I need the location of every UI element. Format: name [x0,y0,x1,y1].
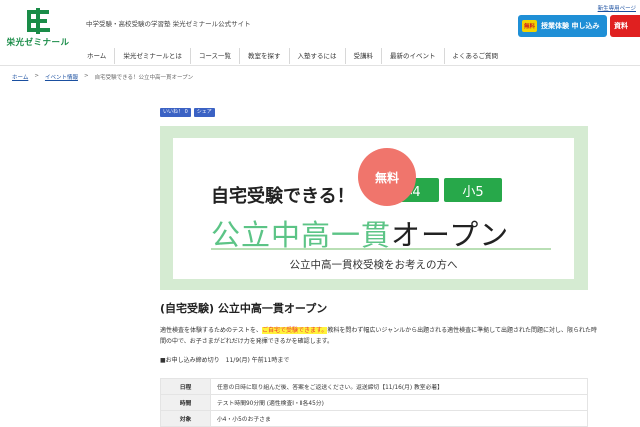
table-row: 対象 小4・小5のお子さま [161,411,588,427]
description-highlight: ご自宅で受験できます。 [262,327,327,334]
nav-home[interactable]: ホーム [79,48,114,64]
facebook-share-button[interactable]: シェア [194,108,215,117]
table-row: 日程 任意の日時に取り組んだ後、答案をご返送ください。返送締切【11/16(月)… [161,379,588,395]
event-description: 適性検査を体験するためのテストを、ご自宅で受験できます。教科を問わず幅広いジャン… [160,325,600,347]
row-value-time: テスト時間90分間 (適性検査Ⅰ・Ⅱ各45分) [211,395,588,411]
site-tagline: 中学受験・高校受験の学習塾 栄光ゼミナール公式サイト [86,18,251,28]
breadcrumb-events[interactable]: イベント情報 [45,73,78,81]
site-header: 栄光ゼミナール 中学受験・高校受験の学習塾 栄光ゼミナール公式サイト 新生専用ペ… [0,0,640,66]
table-row: 時間 テスト時間90分間 (適性検査Ⅰ・Ⅱ各45分) [161,395,588,411]
nav-events[interactable]: 最新のイベント [381,48,444,64]
nav-faq[interactable]: よくあるご質問 [444,48,507,64]
facebook-like-button[interactable]: いいね！ 0 [160,108,191,117]
grade-5-badge: 小5 [444,178,502,202]
banner-title-rest: オープン [391,218,509,252]
nav-find-school[interactable]: 教室を探す [239,48,289,64]
banner-headline: 自宅受験できる！ [211,182,355,208]
breadcrumb: ホーム > イベント情報 > 自宅受験できる！公立中高一貫オープン [12,73,193,81]
member-page-link[interactable]: 新生専用ページ [598,4,636,12]
trial-lesson-button[interactable]: 無料 授業体験 申し込み [518,15,607,37]
nav-about[interactable]: 栄光ゼミナールとは [114,48,190,64]
free-badge: 無料 [358,148,416,206]
banner-subtitle: 公立中高一貫校受検をお考えの方へ [173,257,574,272]
event-info-table: 日程 任意の日時に取り組んだ後、答案をご返送ください。返送締切【11/16(月)… [160,378,588,427]
social-buttons: いいね！ 0 シェア [160,108,215,117]
free-badge-small: 無料 [522,20,537,32]
row-value-schedule: 任意の日時に取り組んだ後、答案をご返送ください。返送締切【11/16(月) 教室… [211,379,588,395]
row-header-time: 時間 [161,395,211,411]
request-docs-label: 資料 [614,21,628,31]
trial-lesson-label: 授業体験 申し込み [541,21,599,31]
application-deadline: ■お申し込み締め切り 11/9(月) 午前11時まで [160,355,289,364]
row-header-schedule: 日程 [161,379,211,395]
row-header-target: 対象 [161,411,211,427]
banner-underline [211,248,551,250]
nav-enroll[interactable]: 入塾するには [289,48,345,64]
page-title: (自宅受験) 公立中高一貫オープン [160,300,327,316]
nav-fees[interactable]: 受講料 [345,48,382,64]
site-logo[interactable]: 栄光ゼミナール [6,8,70,48]
banner-title-accent: 公立中高一貫 [211,218,391,252]
breadcrumb-home[interactable]: ホーム [12,73,28,81]
logo-mark-icon [23,8,53,34]
row-value-target: 小4・小5のお子さま [211,411,588,427]
main-nav: ホーム 栄光ゼミナールとは コース一覧 教室を探す 入塾するには 受講料 最新の… [79,48,506,64]
breadcrumb-separator: > [34,73,39,81]
logo-text: 栄光ゼミナール [6,36,70,48]
request-docs-button[interactable]: 資料 [610,15,640,37]
description-text: 適性検査を体験するためのテストを、 [160,327,262,334]
breadcrumb-separator: > [84,73,89,81]
breadcrumb-current: 自宅受験できる！公立中高一貫オープン [95,73,194,81]
nav-courses[interactable]: コース一覧 [190,48,239,64]
